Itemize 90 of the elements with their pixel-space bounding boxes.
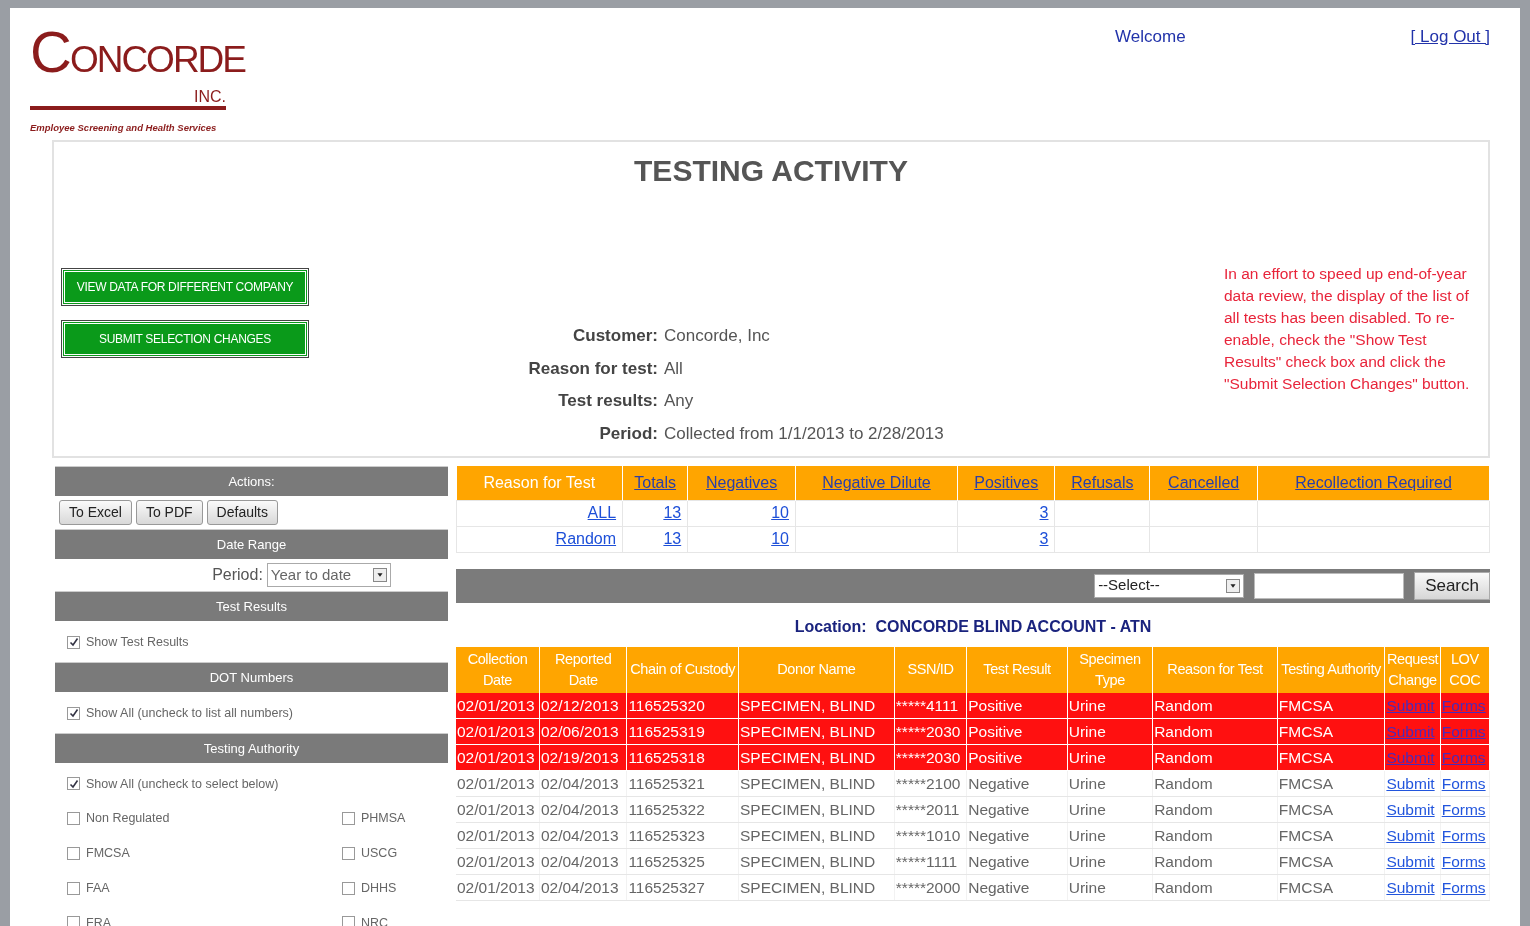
count-link[interactable]: 10 xyxy=(771,504,789,521)
checkbox-label: Show All (uncheck to list all numbers) xyxy=(86,704,294,722)
checkbox-label: USCG xyxy=(361,845,398,862)
count-link[interactable]: ALL xyxy=(587,504,617,521)
table-row: 02/01/2013 02/19/2013 116525318 SPECIMEN, BLIND *****2030 Positive Urine Random FMCSA Submit Forms xyxy=(456,744,1490,771)
field-label: Period: xyxy=(598,422,658,445)
forms-link[interactable]: Forms xyxy=(1441,826,1486,844)
forms-link[interactable]: Forms xyxy=(1441,800,1486,818)
forms-link[interactable]: Forms xyxy=(1441,852,1486,870)
checkbox[interactable] xyxy=(67,706,80,720)
submit-link[interactable]: Submit xyxy=(1386,800,1435,818)
table-row: 02/01/2013 02/04/2013 116525323 SPECIMEN, BLIND *****1010 Negative Urine Random FMCSA Submit Forms xyxy=(456,822,1490,849)
submit-link[interactable]: Submit xyxy=(1386,852,1435,870)
checkbox-label: Non Regulated xyxy=(86,810,170,828)
column-header: Testing Authority xyxy=(1277,646,1385,693)
checkbox-label: NRC xyxy=(361,914,389,926)
column-header: Reason for Test xyxy=(456,466,623,500)
column-header: Test Result xyxy=(966,646,1068,693)
checkbox[interactable] xyxy=(67,846,80,860)
field-label: Test results: xyxy=(557,390,658,412)
section-header: DOT Numbers xyxy=(55,661,448,692)
checkbox[interactable] xyxy=(342,916,355,926)
checkbox-label: FRA xyxy=(86,914,111,926)
section-header: Date Range xyxy=(55,529,448,559)
logo-suffix: INC. xyxy=(194,88,226,105)
field-value: Any xyxy=(664,390,694,412)
export-button[interactable]: To Excel xyxy=(59,500,132,525)
search-field[interactable] xyxy=(1254,572,1405,599)
checkbox-label: FMCSA xyxy=(86,845,130,862)
logout-link[interactable]: [ Log Out ] xyxy=(1410,24,1490,50)
checkbox[interactable] xyxy=(342,846,355,860)
section-header: Actions: xyxy=(55,466,448,496)
count-link[interactable]: 3 xyxy=(1039,530,1049,547)
submit-link[interactable]: Submit xyxy=(1386,878,1435,896)
table-row: 02/01/2013 02/04/2013 116525321 SPECIMEN, BLIND *****2100 Negative Urine Random FMCSA Submit Forms xyxy=(456,770,1490,797)
column-header: SSN/ID xyxy=(894,646,967,693)
location-heading: Location: CONCORDE BLIND ACCOUNT - ATN xyxy=(793,616,1153,637)
table-row: 02/01/2013 02/04/2013 116525322 SPECIMEN, BLIND *****2011 Negative Urine Random FMCSA Submit Forms xyxy=(456,796,1490,823)
checkbox-label: Show Test Results xyxy=(86,634,189,651)
submit-link[interactable]: Submit xyxy=(1386,774,1435,792)
column-header: LOV COC xyxy=(1440,646,1490,693)
count-link[interactable]: 3 xyxy=(1039,504,1049,521)
period-select[interactable]: Year to date xyxy=(266,563,391,587)
checkbox[interactable] xyxy=(342,881,355,895)
table-row: 02/01/2013 02/04/2013 116525327 SPECIMEN, BLIND *****2000 Negative Urine Random FMCSA Submit Forms xyxy=(456,874,1490,901)
checkbox-label: Show All (uncheck to select below) xyxy=(86,775,279,793)
field-value: All xyxy=(664,357,683,380)
field-label: Customer: xyxy=(572,325,658,347)
submit-link[interactable]: Submit xyxy=(1386,826,1435,844)
checkbox-label: PHMSA xyxy=(361,810,406,828)
search-button[interactable]: Search xyxy=(1414,571,1490,600)
count-link[interactable]: 13 xyxy=(663,530,682,547)
welcome-text: Welcome xyxy=(1115,26,1186,48)
action-button[interactable]: VIEW DATA FOR DIFFERENT COMPANY xyxy=(62,269,308,305)
field-value: Concorde, Inc xyxy=(664,325,770,347)
table-row: 02/01/2013 02/04/2013 116525325 SPECIMEN, BLIND *****1111 Negative Urine Random FMCSA Submit Forms xyxy=(456,848,1490,875)
logo-tagline: Employee Screening and Health Services xyxy=(30,122,217,133)
checkbox[interactable] xyxy=(67,916,80,926)
filter-select[interactable]: --Select-- xyxy=(1094,573,1245,598)
field-value: Collected from 1/1/2013 to 2/28/2013 xyxy=(664,422,944,445)
logo-wordmark: CONCORDE xyxy=(30,22,245,86)
column-header: Reason for Test xyxy=(1152,646,1278,693)
forms-link[interactable]: Forms xyxy=(1441,774,1486,792)
column-header: Donor Name xyxy=(738,646,895,693)
count-link[interactable]: 13 xyxy=(663,504,682,521)
checkbox[interactable] xyxy=(67,881,80,895)
column-header: Reported Date xyxy=(539,646,627,693)
notice-text: In an effort to speed up end-of-year data review, the display of the list of all tests has been disabled. To re-enable, check the "Show Test Results" check box and click the "Submit Selection Changes" button. xyxy=(1224,264,1471,394)
export-button[interactable]: To PDF xyxy=(135,500,203,525)
column-header: Chain of Custody xyxy=(626,646,739,693)
field-label: Period: xyxy=(212,565,263,585)
column-header: Collection Date xyxy=(456,646,540,693)
checkbox[interactable] xyxy=(342,812,355,826)
checkbox-label: DHHS xyxy=(361,879,397,897)
table-row: 02/01/2013 02/06/2013 116525319 SPECIMEN, BLIND *****2030 Positive Urine Random FMCSA Submit Forms xyxy=(456,718,1490,745)
checkbox-label: FAA xyxy=(86,879,110,897)
count-link[interactable]: 10 xyxy=(771,530,789,547)
checkbox[interactable] xyxy=(67,635,80,649)
export-button[interactable]: Defaults xyxy=(206,500,278,525)
action-button[interactable]: SUBMIT SELECTION CHANGES xyxy=(62,321,308,357)
checkbox[interactable] xyxy=(67,812,80,826)
table-row: 02/01/2013 02/12/2013 116525320 SPECIMEN, BLIND *****4111 Positive Urine Random FMCSA Submit Forms xyxy=(456,692,1490,719)
section-header: Test Results xyxy=(55,591,448,621)
column-header: Specimen Type xyxy=(1067,646,1153,693)
field-label: Reason for test: xyxy=(527,357,658,380)
column-header: Request Change xyxy=(1384,646,1441,693)
section-header: Testing Authority xyxy=(55,732,448,763)
forms-link[interactable]: Forms xyxy=(1441,878,1486,896)
checkbox[interactable] xyxy=(67,777,80,791)
page-title: TESTING ACTIVITY xyxy=(633,153,909,189)
